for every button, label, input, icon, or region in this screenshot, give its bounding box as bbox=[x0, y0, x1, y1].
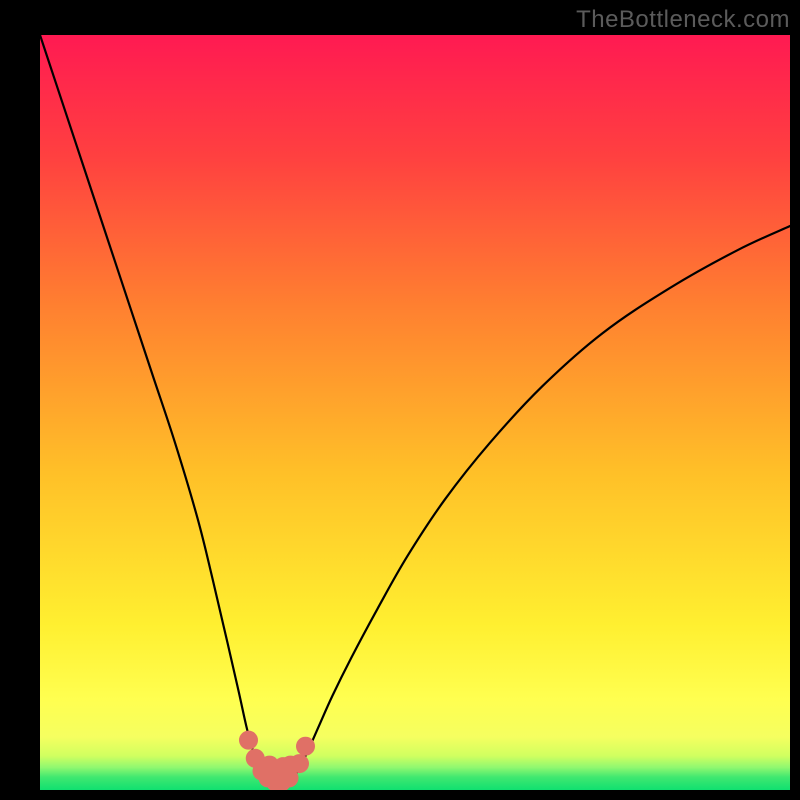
valley-marker bbox=[239, 731, 258, 750]
gradient-background bbox=[40, 35, 790, 790]
plot-area bbox=[40, 35, 790, 790]
valley-marker bbox=[296, 737, 315, 756]
valley-marker bbox=[290, 754, 309, 773]
chart-root: TheBottleneck.com bbox=[0, 0, 800, 800]
chart-svg bbox=[40, 35, 790, 790]
watermark-text: TheBottleneck.com bbox=[576, 6, 790, 34]
